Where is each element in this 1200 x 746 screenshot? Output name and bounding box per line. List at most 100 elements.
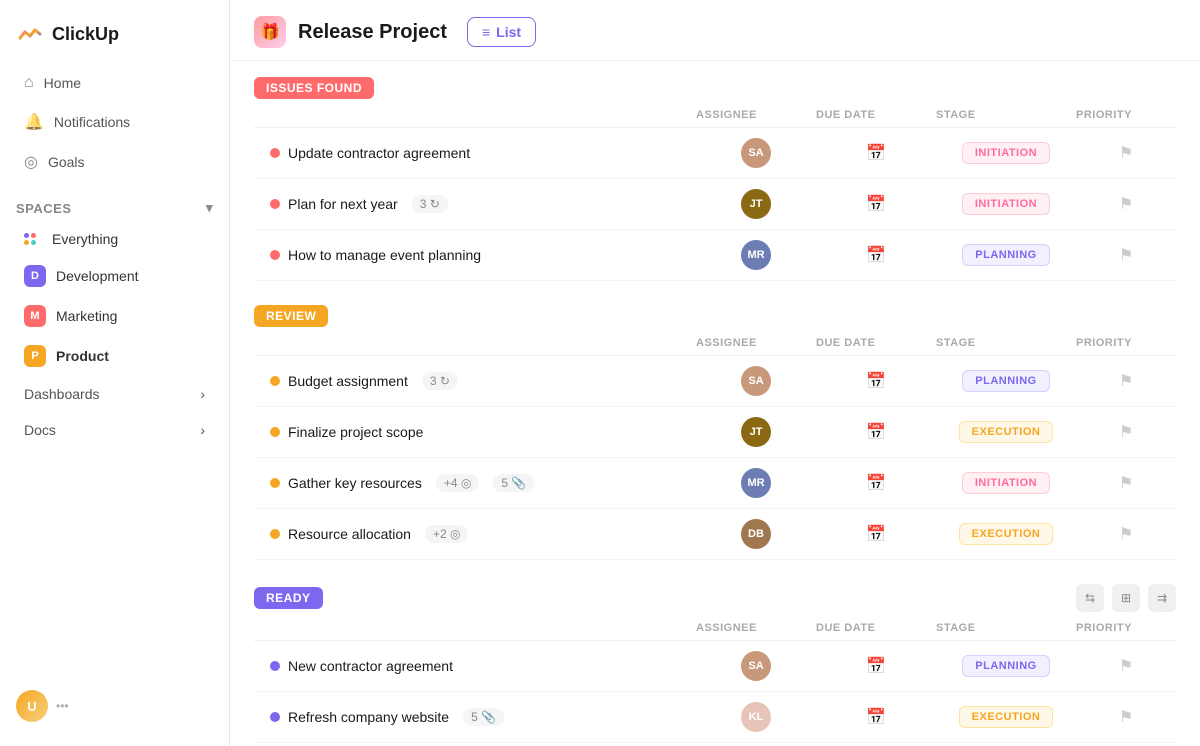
task-dot xyxy=(270,427,280,437)
toolbar-btn-2[interactable]: ⊞ xyxy=(1112,584,1140,612)
date-cell: 📅 xyxy=(816,656,936,676)
task-name-cell: Finalize project scope xyxy=(270,424,696,440)
toolbar-btn-3[interactable]: ⇉ xyxy=(1148,584,1176,612)
stage-cell: PLANNING xyxy=(936,244,1076,266)
sidebar-item-docs[interactable]: Docs › xyxy=(8,413,221,447)
calendar-icon: 📅 xyxy=(866,371,886,391)
section-ready-header: READY ⇆ ⊞ ⇉ xyxy=(254,584,1176,612)
stage-badge[interactable]: PLANNING xyxy=(962,655,1049,677)
task-dot xyxy=(270,478,280,488)
table-row[interactable]: Resource allocation +2 ◎ DB 📅 EXECUTION … xyxy=(254,509,1176,560)
user-avatar[interactable]: U xyxy=(16,690,48,722)
assignee-cell: SA xyxy=(696,138,816,168)
stage-cell: EXECUTION xyxy=(936,523,1076,545)
stage-badge[interactable]: PLANNING xyxy=(962,370,1049,392)
date-cell: 📅 xyxy=(816,194,936,214)
assignee-cell: MR xyxy=(696,468,816,498)
calendar-icon: 📅 xyxy=(866,194,886,214)
stage-badge[interactable]: INITIATION xyxy=(962,193,1050,215)
task-name-cell: New contractor agreement xyxy=(270,658,696,674)
date-cell: 📅 xyxy=(816,143,936,163)
sidebar-item-marketing[interactable]: M Marketing xyxy=(8,297,221,335)
avatar: MR xyxy=(741,468,771,498)
sidebar-item-everything[interactable]: Everything xyxy=(8,223,221,255)
stage-badge[interactable]: INITIATION xyxy=(962,142,1050,164)
table-row[interactable]: Budget assignment 3 ↻ SA 📅 PLANNING ⚑ xyxy=(254,356,1176,407)
chevron-right-icon: › xyxy=(200,386,205,402)
date-cell: 📅 xyxy=(816,707,936,727)
avatar: SA xyxy=(741,366,771,396)
table-row[interactable]: Plan for next year 3 ↻ JT 📅 INITIATION ⚑ xyxy=(254,179,1176,230)
priority-cell: ⚑ xyxy=(1076,524,1176,544)
chevron-down-icon[interactable]: ▾ xyxy=(206,200,213,216)
toolbar-buttons: ⇆ ⊞ ⇉ xyxy=(1076,584,1176,612)
development-icon: D xyxy=(24,265,46,287)
issues-badge[interactable]: ISSUES FOUND xyxy=(254,77,374,99)
toolbar-btn-1[interactable]: ⇆ xyxy=(1076,584,1104,612)
flag-icon: ⚑ xyxy=(1119,245,1133,265)
stage-badge[interactable]: EXECUTION xyxy=(959,706,1054,728)
priority-cell: ⚑ xyxy=(1076,473,1176,493)
nav-notifications[interactable]: 🔔 Notifications xyxy=(8,103,221,141)
table-row[interactable]: Refresh company website 5 📎 KL 📅 EXECUTI… xyxy=(254,692,1176,743)
flag-icon: ⚑ xyxy=(1119,143,1133,163)
col-headers-issues: ASSIGNEE DUE DATE STAGE PRIORITY xyxy=(254,103,1176,128)
sidebar: ClickUp ⌂ Home 🔔 Notifications ◎ Goals S… xyxy=(0,0,230,746)
stage-badge[interactable]: EXECUTION xyxy=(959,421,1054,443)
logo[interactable]: ClickUp xyxy=(0,12,229,64)
table-row[interactable]: New contractor agreement SA 📅 PLANNING ⚑ xyxy=(254,641,1176,692)
flag-icon: ⚑ xyxy=(1119,707,1133,727)
table-row[interactable]: Gather key resources +4 ◎ 5 📎 MR 📅 INITI… xyxy=(254,458,1176,509)
nav-home[interactable]: ⌂ Home xyxy=(8,65,221,101)
avatar: KL xyxy=(741,702,771,732)
priority-cell: ⚑ xyxy=(1076,707,1176,727)
attachment-badge: 5 📎 xyxy=(463,708,504,726)
stage-badge[interactable]: PLANNING xyxy=(962,244,1049,266)
priority-cell: ⚑ xyxy=(1076,422,1176,442)
flag-icon: ⚑ xyxy=(1119,194,1133,214)
calendar-icon: 📅 xyxy=(866,143,886,163)
priority-cell: ⚑ xyxy=(1076,194,1176,214)
flag-icon: ⚑ xyxy=(1119,422,1133,442)
flag-icon: ⚑ xyxy=(1119,473,1133,493)
table-row[interactable]: How to manage event planning MR 📅 PLANNI… xyxy=(254,230,1176,281)
section-review: REVIEW ASSIGNEE DUE DATE STAGE PRIORITY … xyxy=(254,305,1176,560)
avatar: JT xyxy=(741,189,771,219)
task-dot xyxy=(270,148,280,158)
task-name-cell: Resource allocation +2 ◎ xyxy=(270,525,696,543)
priority-cell: ⚑ xyxy=(1076,371,1176,391)
calendar-icon: 📅 xyxy=(866,422,886,442)
avatar: JT xyxy=(741,417,771,447)
task-badge: 3 ↻ xyxy=(422,372,458,390)
calendar-icon: 📅 xyxy=(866,656,886,676)
task-name-cell: Update contractor agreement xyxy=(270,145,696,161)
task-name-cell: How to manage event planning xyxy=(270,247,696,263)
avatar: SA xyxy=(741,651,771,681)
priority-cell: ⚑ xyxy=(1076,245,1176,265)
nav-goals[interactable]: ◎ Goals xyxy=(8,143,221,181)
table-row[interactable]: Finalize project scope JT 📅 EXECUTION ⚑ xyxy=(254,407,1176,458)
assignee-cell: SA xyxy=(696,366,816,396)
stage-badge[interactable]: EXECUTION xyxy=(959,523,1054,545)
section-ready: READY ⇆ ⊞ ⇉ ASSIGNEE DUE DATE STAGE PRIO… xyxy=(254,584,1176,746)
assignee-cell: JT xyxy=(696,417,816,447)
main-content: 🎁 Release Project ≡ List ISSUES FOUND AS… xyxy=(230,0,1200,746)
list-view-button[interactable]: ≡ List xyxy=(467,17,536,47)
ready-badge[interactable]: READY xyxy=(254,587,323,609)
review-badge[interactable]: REVIEW xyxy=(254,305,328,327)
sidebar-item-dashboards[interactable]: Dashboards › xyxy=(8,377,221,411)
product-icon: P xyxy=(24,345,46,367)
col-headers-review: ASSIGNEE DUE DATE STAGE PRIORITY xyxy=(254,331,1176,356)
task-badge: +2 ◎ xyxy=(425,525,469,543)
goals-icon: ◎ xyxy=(24,152,38,172)
sidebar-item-development[interactable]: D Development xyxy=(8,257,221,295)
sidebar-bottom: U ••• xyxy=(0,678,229,734)
table-row[interactable]: Update contractor agreement SA 📅 INITIAT… xyxy=(254,128,1176,179)
sidebar-item-product[interactable]: P Product xyxy=(8,337,221,375)
stage-badge[interactable]: INITIATION xyxy=(962,472,1050,494)
task-dot xyxy=(270,661,280,671)
assignee-cell: DB xyxy=(696,519,816,549)
task-dot xyxy=(270,529,280,539)
section-issues-header: ISSUES FOUND xyxy=(254,77,1176,99)
priority-cell: ⚑ xyxy=(1076,656,1176,676)
